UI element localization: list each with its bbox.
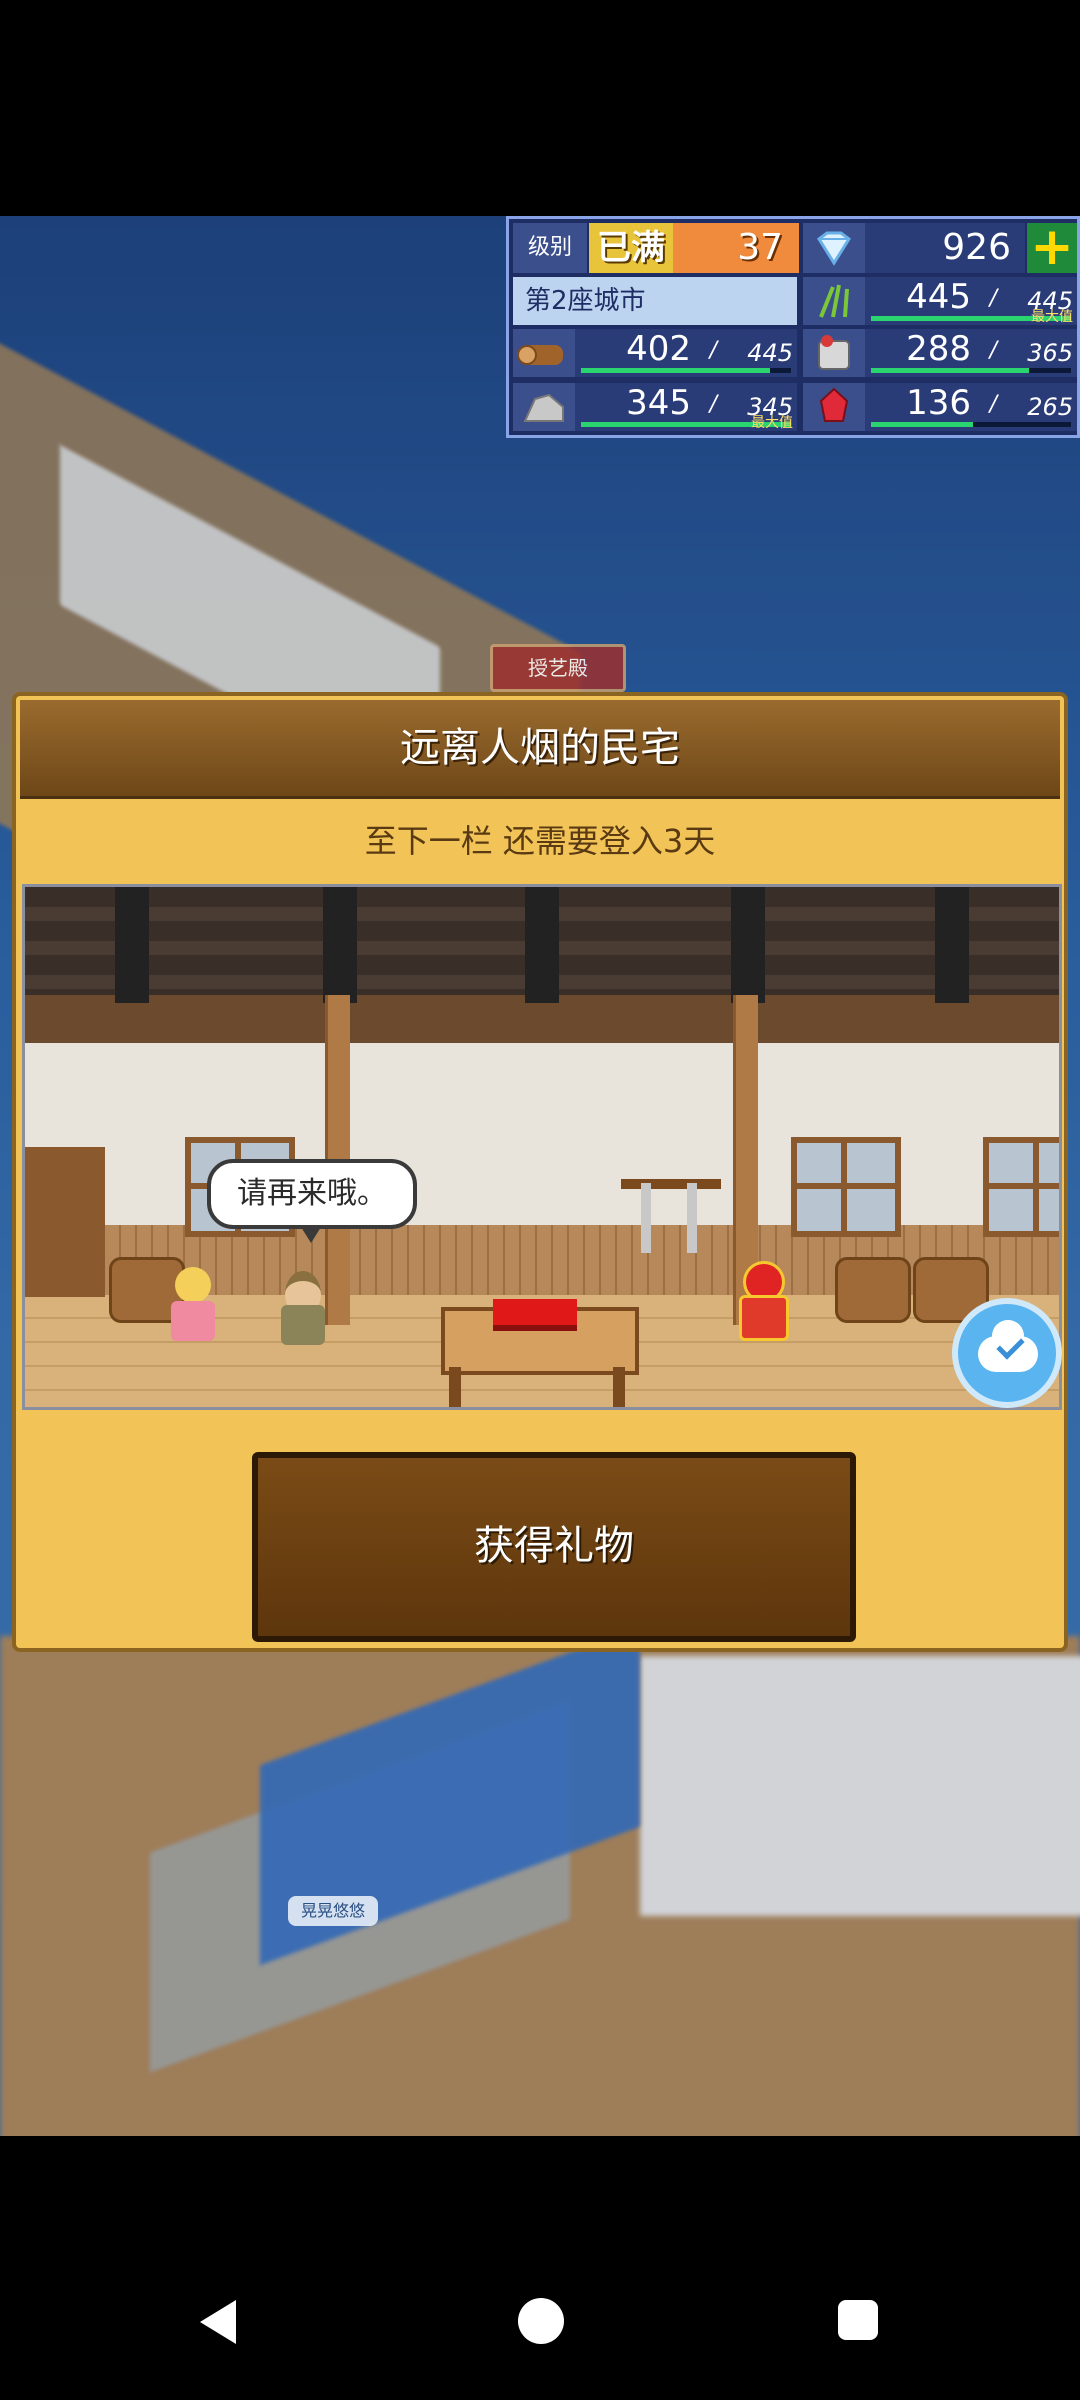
food-max-tag: 最大值	[1031, 309, 1073, 325]
separator: /	[989, 286, 997, 311]
dialog-title: 远离人烟的民宅	[400, 725, 680, 771]
wheat-icon	[803, 277, 865, 325]
resource-food: 445 / 445 最大值	[865, 277, 1077, 325]
resource-wood: 402 / 445	[575, 329, 797, 377]
material-current: 288	[906, 329, 971, 369]
nav-home-icon[interactable]	[518, 2298, 564, 2344]
system-nav-bar	[0, 2136, 1080, 2400]
separator: /	[709, 392, 717, 417]
diamond-icon	[803, 223, 865, 273]
character-body	[739, 1295, 789, 1341]
ceiling-beam	[115, 887, 149, 1003]
ceiling-beam	[935, 887, 969, 1003]
ceiling-beam	[323, 887, 357, 1003]
red-gift-box	[493, 1299, 577, 1331]
add-gems-button[interactable]: +	[1027, 221, 1077, 273]
character-head	[175, 1267, 211, 1303]
cloud-save-button[interactable]	[952, 1298, 1062, 1408]
bag-icon	[803, 329, 865, 377]
separator: /	[989, 338, 997, 363]
wood-bar-fill	[581, 368, 770, 373]
ruby-icon	[803, 383, 865, 431]
character-body	[281, 1305, 325, 1345]
shelf	[25, 1147, 105, 1297]
separator: /	[989, 392, 997, 417]
material-bar	[871, 368, 1071, 373]
building-label[interactable]: 授艺殿	[490, 644, 626, 692]
resource-stone: 345 / 345 最大值	[575, 383, 797, 431]
sword-rack	[621, 1179, 721, 1189]
ruby-bar	[871, 422, 1071, 427]
nav-recents-icon[interactable]	[838, 2300, 878, 2340]
log-icon	[513, 329, 575, 377]
dialog-title-bar: 远离人烟的民宅	[20, 700, 1060, 799]
resource-material: 288 / 365	[865, 329, 1077, 377]
stone-current: 345	[626, 383, 691, 423]
speech-bubble: 请再来哦。	[207, 1159, 417, 1243]
ore-icon	[513, 383, 575, 431]
ruby-max: 265	[1027, 393, 1073, 421]
material-bar-fill	[871, 368, 1029, 373]
wood-current: 402	[626, 329, 691, 369]
barrel	[835, 1257, 911, 1323]
stats-panel: 级别 已满 37 926 + 第2座城市 445 / 445 最大值 402 /…	[506, 216, 1080, 438]
resource-ruby: 136 / 265	[865, 383, 1077, 431]
dialog-subtitle: 至下一栏 还需要登入3天	[364, 822, 716, 860]
city-label: 第2座城市	[513, 277, 797, 325]
nav-back-icon[interactable]	[200, 2300, 236, 2344]
sword-icon	[687, 1183, 697, 1253]
sword-icon	[641, 1183, 651, 1253]
character-body	[171, 1301, 215, 1341]
gem-count: 926	[865, 223, 1025, 273]
ceiling-beam	[525, 887, 559, 1003]
wood-max: 445	[747, 339, 793, 367]
material-max: 365	[1027, 339, 1073, 367]
building-nameplate[interactable]: 晃晃悠悠	[288, 1896, 378, 1926]
ruby-bar-fill	[871, 422, 973, 427]
level-full-badge: 已满	[589, 223, 673, 273]
claim-gift-button[interactable]: 获得礼物	[252, 1452, 856, 1642]
table-leg	[449, 1367, 461, 1407]
table-leg	[613, 1367, 625, 1407]
window	[983, 1137, 1059, 1237]
ruby-current: 136	[906, 383, 971, 423]
level-label: 级别	[513, 223, 587, 273]
ceiling-beam	[731, 887, 765, 1003]
level-value: 37	[673, 223, 799, 273]
window	[791, 1137, 901, 1237]
login-bonus-dialog: 远离人烟的民宅 至下一栏 还需要登入3天 请再来哦。 获得礼物	[12, 692, 1068, 1652]
food-current: 445	[906, 277, 971, 317]
scene-illustration: 请再来哦。	[22, 884, 1062, 1410]
stone-max-tag: 最大值	[751, 415, 793, 431]
wood-bar	[581, 368, 791, 373]
separator: /	[709, 338, 717, 363]
